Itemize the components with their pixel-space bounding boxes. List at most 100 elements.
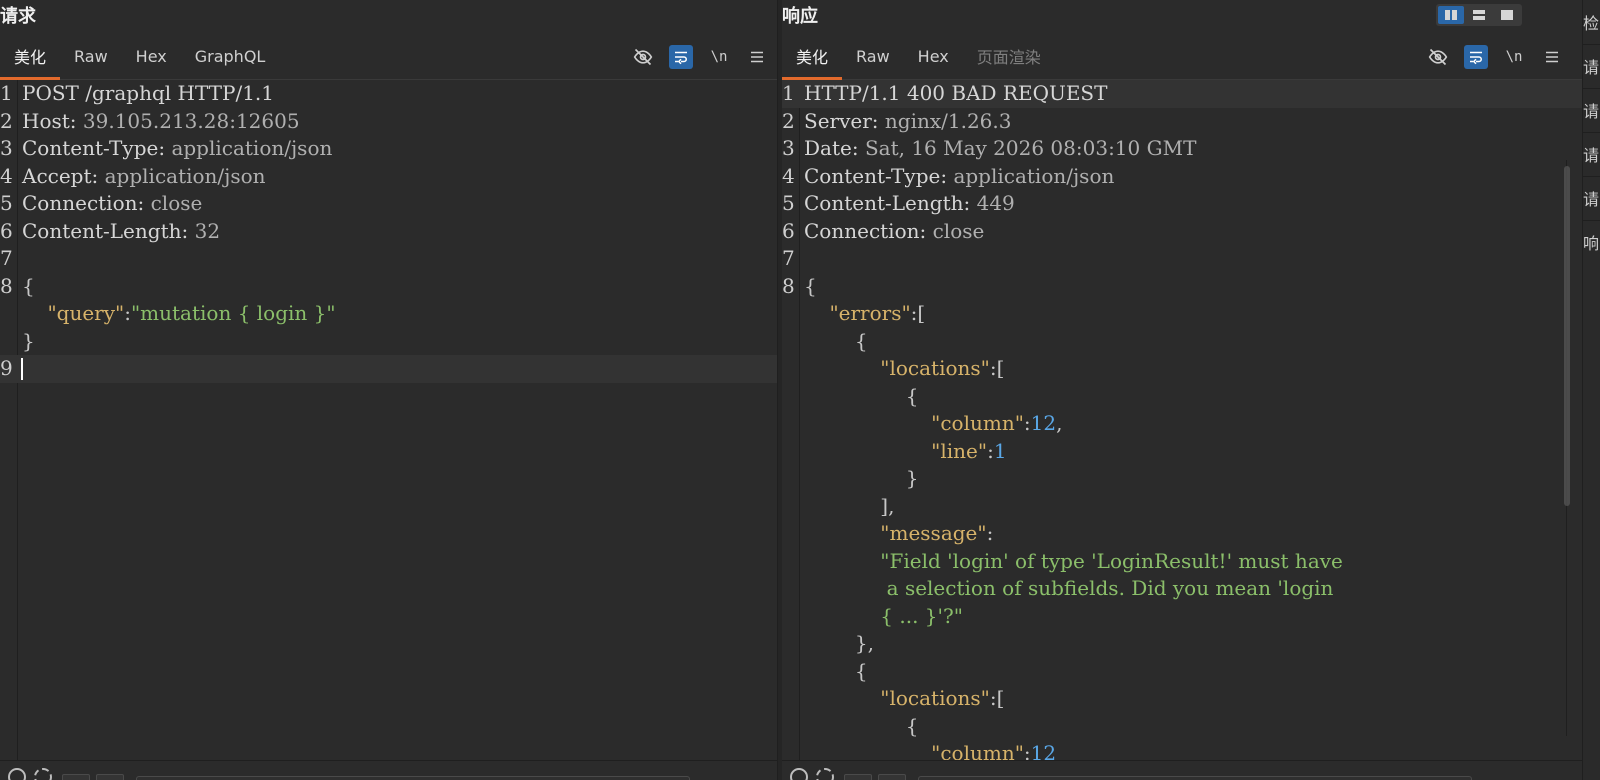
- code-token: Content-Length:: [22, 218, 195, 243]
- settings-icon[interactable]: [816, 768, 834, 780]
- response-line: "Field 'login' of type 'LoginResult!' mu…: [782, 548, 1582, 576]
- request-tab-pretty[interactable]: 美化: [0, 33, 61, 80]
- eye-off-icon[interactable]: [1426, 45, 1450, 69]
- request-editor[interactable]: 1 POST /graphql HTTP/1.1 2 Host: 39.105.213…: [0, 80, 777, 760]
- code-text: "locations":[: [804, 355, 1004, 383]
- wrap-lines-icon[interactable]: [669, 45, 693, 69]
- request-line: 1 POST /graphql HTTP/1.1: [0, 80, 777, 108]
- code-token: }: [804, 466, 919, 490]
- code-token: 12: [1030, 411, 1057, 435]
- code-token: :: [124, 301, 131, 325]
- strip-item-0[interactable]: 检: [1582, 0, 1600, 44]
- strip-item-2[interactable]: 请: [1582, 88, 1600, 132]
- next-button[interactable]: [878, 774, 906, 780]
- strip-item-4[interactable]: 请: [1582, 176, 1600, 220]
- code-text: Content-Type: application/json: [804, 163, 1114, 191]
- layout-side-by-side-button[interactable]: [1438, 6, 1464, 24]
- request-line: "query":"mutation { login }": [0, 300, 777, 328]
- layout-single-button[interactable]: [1494, 6, 1520, 24]
- code-token: :: [986, 521, 994, 545]
- code-token: "Field 'login' of type 'LoginResult!' mu…: [880, 548, 1343, 573]
- line-number: 9: [0, 356, 13, 380]
- code-text: a selection of subfields. Did you mean '…: [804, 575, 1334, 603]
- code-text: Server: nginx/1.26.3: [804, 108, 1011, 136]
- response-tab-raw[interactable]: Raw: [842, 33, 904, 79]
- response-scrollbar[interactable]: [1564, 166, 1570, 506]
- strip-item-1[interactable]: 请: [1582, 44, 1600, 88]
- line-number: 8: [0, 273, 13, 298]
- response-line: 4 Content-Type: application/json: [782, 163, 1582, 191]
- strip-item-3[interactable]: 请: [1582, 132, 1600, 176]
- code-token: Host:: [22, 108, 83, 133]
- code-token: nginx/1.26.3: [884, 108, 1012, 133]
- code-token: ,: [1056, 411, 1063, 435]
- request-line: 2 Host: 39.105.213.28:12605: [0, 108, 777, 136]
- strip-item-5[interactable]: 响: [1582, 220, 1600, 264]
- code-token: Accept:: [22, 163, 105, 188]
- code-token: {: [804, 273, 817, 298]
- request-search-input[interactable]: [136, 776, 690, 780]
- request-editor-tools: \n: [631, 34, 769, 80]
- response-line: },: [782, 630, 1582, 658]
- code-token: 449: [976, 191, 1015, 215]
- code-token: "mutation { login }": [130, 301, 336, 325]
- wrap-lines-icon[interactable]: [1464, 45, 1488, 69]
- request-line: 3 Content-Type: application/json: [0, 135, 777, 163]
- response-tab-hex[interactable]: Hex: [904, 33, 963, 79]
- code-text: "message":: [804, 520, 993, 548]
- line-number: 5: [782, 191, 795, 215]
- request-bottom-bar: [0, 760, 777, 780]
- code-text: },: [804, 630, 874, 658]
- code-token: {: [804, 328, 868, 353]
- help-icon[interactable]: [8, 768, 26, 780]
- code-token: 32: [194, 218, 221, 243]
- next-button[interactable]: [96, 774, 124, 780]
- code-text: Date: Sat, 16 May 2026 08:03:10 GMT: [804, 135, 1196, 163]
- line-number: 2: [782, 108, 795, 133]
- code-token: Server:: [804, 108, 885, 133]
- request-tab-raw[interactable]: Raw: [60, 33, 122, 79]
- response-editor-tools: \n: [1426, 34, 1564, 80]
- layout-stacked-button[interactable]: [1466, 6, 1492, 24]
- request-line: 4 Accept: application/json: [0, 163, 777, 191]
- prev-button[interactable]: [844, 774, 872, 780]
- code-token: Sat, 16 May 2026 08:03:10 GMT: [864, 136, 1197, 160]
- response-line: }: [782, 465, 1582, 493]
- code-text: {: [804, 713, 919, 741]
- code-token: Content-Type:: [22, 136, 172, 160]
- response-line: 3 Date: Sat, 16 May 2026 08:03:10 GMT: [782, 135, 1582, 163]
- response-line: 5 Content-Length: 449: [782, 190, 1582, 218]
- code-token: :: [1023, 741, 1031, 760]
- code-text: ],: [804, 493, 894, 521]
- settings-icon[interactable]: [34, 768, 52, 780]
- code-text: Host: 39.105.213.28:12605: [22, 108, 300, 136]
- request-lines: 1 POST /graphql HTTP/1.1 2 Host: 39.105.213…: [0, 80, 777, 760]
- request-tab-hex[interactable]: Hex: [122, 33, 181, 79]
- request-header: 请求: [0, 0, 777, 34]
- newline-toggle[interactable]: \n: [1502, 45, 1526, 69]
- hamburger-menu-icon[interactable]: [745, 45, 769, 69]
- hamburger-menu-icon[interactable]: [1540, 45, 1564, 69]
- response-line: ],: [782, 493, 1582, 521]
- prev-button[interactable]: [62, 774, 90, 780]
- response-editor[interactable]: 1 HTTP/1.1 400 BAD REQUEST 2 Server: nginx/…: [782, 80, 1582, 760]
- request-tab-graphql[interactable]: GraphQL: [181, 33, 280, 79]
- code-text: "line":1: [804, 438, 1007, 466]
- response-line: 2 Server: nginx/1.26.3: [782, 108, 1582, 136]
- code-text: }: [22, 328, 35, 356]
- response-search-input[interactable]: [918, 776, 1472, 780]
- code-token: "column": [931, 411, 1024, 435]
- response-tab-render[interactable]: 页面渲染: [963, 33, 1055, 79]
- code-text: {: [804, 383, 919, 411]
- response-line: {: [782, 383, 1582, 411]
- newline-toggle[interactable]: \n: [707, 45, 731, 69]
- code-token: 1: [993, 438, 1007, 463]
- eye-off-icon[interactable]: [631, 45, 655, 69]
- response-tab-pretty[interactable]: 美化: [782, 33, 843, 80]
- help-icon[interactable]: [790, 768, 808, 780]
- line-number: 7: [0, 246, 13, 270]
